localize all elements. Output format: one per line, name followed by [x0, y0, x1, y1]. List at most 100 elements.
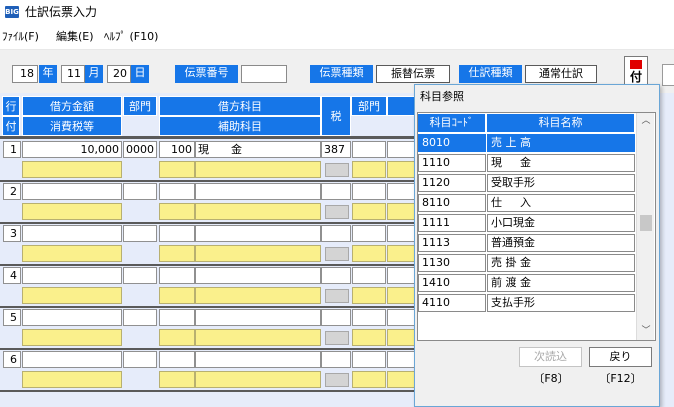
menu-help[interactable]: ﾍﾙﾌﾟ (F10) — [104, 30, 158, 44]
scroll-thumb[interactable] — [640, 215, 652, 231]
account-name-cell[interactable]: 現 金 — [487, 154, 635, 172]
department2-field[interactable] — [352, 141, 386, 158]
consumption-tax-field[interactable] — [22, 161, 122, 178]
account-code-field[interactable] — [159, 183, 195, 200]
account-code-field[interactable] — [159, 267, 195, 284]
scroll-up-icon[interactable]: ︿ — [640, 115, 652, 127]
department2-field[interactable] — [352, 309, 386, 326]
department2-field[interactable] — [352, 267, 386, 284]
sub-account-code-field[interactable] — [159, 287, 195, 304]
account-code-cell[interactable]: 1113 — [418, 234, 486, 252]
sub-field-2[interactable] — [352, 203, 386, 220]
account-code-field[interactable]: 100 — [159, 141, 195, 158]
voucher-number-field[interactable] — [241, 65, 287, 83]
account-name-cell[interactable]: 支払手形 — [487, 294, 635, 312]
consumption-tax-field[interactable] — [22, 371, 122, 388]
sub-account-code-field[interactable] — [159, 161, 195, 178]
year-field[interactable]: 18 — [12, 65, 38, 83]
sub-field-2[interactable] — [352, 371, 386, 388]
tax-code-field[interactable]: 387 — [321, 141, 351, 158]
account-code-field[interactable] — [159, 225, 195, 242]
tax-flag-field[interactable] — [325, 247, 349, 261]
consumption-tax-field[interactable] — [22, 203, 122, 220]
account-code-cell[interactable]: 1130 — [418, 254, 486, 272]
sub-field-2[interactable] — [352, 161, 386, 178]
account-code-field[interactable] — [159, 351, 195, 368]
debit-account-field[interactable] — [195, 309, 321, 326]
consumption-tax-field[interactable] — [22, 329, 122, 346]
debit-amount-field[interactable] — [22, 183, 122, 200]
tax-code-field[interactable] — [321, 183, 351, 200]
month-field[interactable]: 11 — [61, 65, 85, 83]
tax-flag-field[interactable] — [325, 163, 349, 177]
debit-amount-field[interactable]: 10,000 — [22, 141, 122, 158]
sub-account-code-field[interactable] — [159, 203, 195, 220]
account-name-cell[interactable]: 小口現金 — [487, 214, 635, 232]
edge-button[interactable] — [662, 64, 674, 86]
sub-account-code-field[interactable] — [159, 329, 195, 346]
account-code-field[interactable] — [159, 309, 195, 326]
tax-code-field[interactable] — [321, 309, 351, 326]
sub-account-field[interactable] — [195, 203, 321, 220]
account-code-cell[interactable]: 8110 — [418, 194, 486, 212]
account-code-cell[interactable]: 1410 — [418, 274, 486, 292]
debit-amount-field[interactable] — [22, 267, 122, 284]
account-name-cell[interactable]: 売 上 高 — [487, 134, 635, 152]
debit-account-field[interactable] — [195, 183, 321, 200]
voucher-type-button[interactable]: 振替伝票 — [376, 65, 450, 83]
debit-account-field[interactable] — [195, 225, 321, 242]
department2-field[interactable] — [352, 225, 386, 242]
account-name-cell[interactable]: 受取手形 — [487, 174, 635, 192]
next-read-button[interactable]: 次読込 — [519, 347, 582, 367]
entry-type-button[interactable]: 通常仕訳 — [525, 65, 597, 83]
list-scrollbar[interactable]: ︿ ﹀ — [636, 113, 654, 340]
tax-code-field[interactable] — [321, 225, 351, 242]
sub-account-field[interactable] — [195, 329, 321, 346]
sub-field-2[interactable] — [352, 287, 386, 304]
account-name-cell[interactable]: 仕 入 — [487, 194, 635, 212]
debit-account-field[interactable] — [195, 267, 321, 284]
department-field[interactable] — [123, 225, 157, 242]
sub-account-field[interactable] — [195, 287, 321, 304]
account-code-cell[interactable]: 8010 — [418, 134, 486, 152]
tax-flag-field[interactable] — [325, 289, 349, 303]
department2-field[interactable] — [352, 351, 386, 368]
tax-code-field[interactable] — [321, 351, 351, 368]
tax-flag-field[interactable] — [325, 373, 349, 387]
tax-flag-field[interactable] — [325, 205, 349, 219]
department2-field[interactable] — [352, 183, 386, 200]
sub-field-2[interactable] — [352, 329, 386, 346]
menu-file[interactable]: ﾌｧｲﾙ(F) — [2, 30, 39, 44]
account-code-cell[interactable]: 1110 — [418, 154, 486, 172]
account-name-cell[interactable]: 前 渡 金 — [487, 274, 635, 292]
account-code-cell[interactable]: 4110 — [418, 294, 486, 312]
department-field[interactable]: 0000 — [123, 141, 157, 158]
department-field[interactable] — [123, 309, 157, 326]
account-code-cell[interactable]: 1120 — [418, 174, 486, 192]
account-name-cell[interactable]: 普通預金 — [487, 234, 635, 252]
sub-account-code-field[interactable] — [159, 371, 195, 388]
sub-field-2[interactable] — [352, 245, 386, 262]
back-button[interactable]: 戻り — [589, 347, 652, 367]
debit-account-field[interactable] — [195, 351, 321, 368]
account-name-cell[interactable]: 売 掛 金 — [487, 254, 635, 272]
day-field[interactable]: 20 — [107, 65, 131, 83]
consumption-tax-field[interactable] — [22, 245, 122, 262]
sub-account-field[interactable] — [195, 161, 321, 178]
debit-account-field[interactable]: 現 金 — [195, 141, 321, 158]
menu-edit[interactable]: 編集(E) — [56, 30, 94, 44]
debit-amount-field[interactable] — [22, 309, 122, 326]
sub-account-field[interactable] — [195, 245, 321, 262]
department-field[interactable] — [123, 183, 157, 200]
department-field[interactable] — [123, 351, 157, 368]
sub-account-field[interactable] — [195, 371, 321, 388]
consumption-tax-field[interactable] — [22, 287, 122, 304]
tax-code-field[interactable] — [321, 267, 351, 284]
department-field[interactable] — [123, 267, 157, 284]
debit-amount-field[interactable] — [22, 225, 122, 242]
scroll-down-icon[interactable]: ﹀ — [640, 325, 652, 337]
debit-amount-field[interactable] — [22, 351, 122, 368]
tax-flag-field[interactable] — [325, 331, 349, 345]
account-code-cell[interactable]: 1111 — [418, 214, 486, 232]
sub-account-code-field[interactable] — [159, 245, 195, 262]
